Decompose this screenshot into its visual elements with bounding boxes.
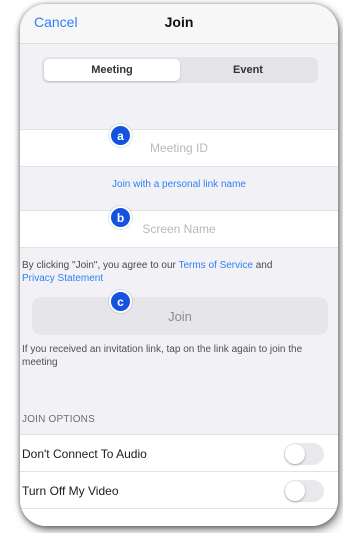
personal-link-name-link[interactable]: Join with a personal link name (20, 179, 338, 190)
marker-b-badge: b (109, 206, 132, 229)
toggle-knob (285, 481, 305, 501)
bottom-list-edge (20, 508, 338, 526)
meeting-id-input[interactable] (20, 130, 338, 166)
page-title: Join (164, 14, 194, 30)
terms-agreement-text: By clicking "Join", you agree to our Ter… (22, 259, 322, 285)
option-label: Don't Connect To Audio (22, 447, 147, 461)
agreement-prefix: By clicking "Join", you agree to our (22, 260, 179, 271)
screen-name-row (20, 210, 338, 248)
video-toggle[interactable] (284, 480, 324, 502)
meeting-event-segmented-control: Meeting Event (42, 57, 318, 83)
audio-toggle[interactable] (284, 443, 324, 465)
option-turn-off-video: Turn Off My Video (20, 472, 338, 510)
toggle-knob (285, 444, 305, 464)
screen-name-input[interactable] (20, 211, 338, 247)
terms-of-service-link[interactable]: Terms of Service (178, 260, 252, 271)
marker-a-badge: a (109, 124, 132, 147)
meeting-id-row (20, 129, 338, 167)
privacy-statement-link[interactable]: Privacy Statement (22, 273, 103, 284)
option-label: Turn Off My Video (22, 484, 119, 498)
tab-meeting[interactable]: Meeting (44, 59, 180, 81)
agreement-middle: and (252, 260, 273, 271)
option-dont-connect-audio: Don't Connect To Audio (20, 434, 338, 472)
join-button[interactable]: Join (32, 297, 328, 335)
navigation-bar: Cancel Join (20, 4, 338, 44)
tab-event[interactable]: Event (180, 59, 316, 81)
join-options-header: JOIN OPTIONS (22, 414, 95, 425)
marker-c-badge: c (109, 290, 132, 313)
app-window: Cancel Join Meeting Event a Join with a … (20, 4, 338, 526)
invitation-hint-text: If you received an invitation link, tap … (22, 344, 303, 368)
